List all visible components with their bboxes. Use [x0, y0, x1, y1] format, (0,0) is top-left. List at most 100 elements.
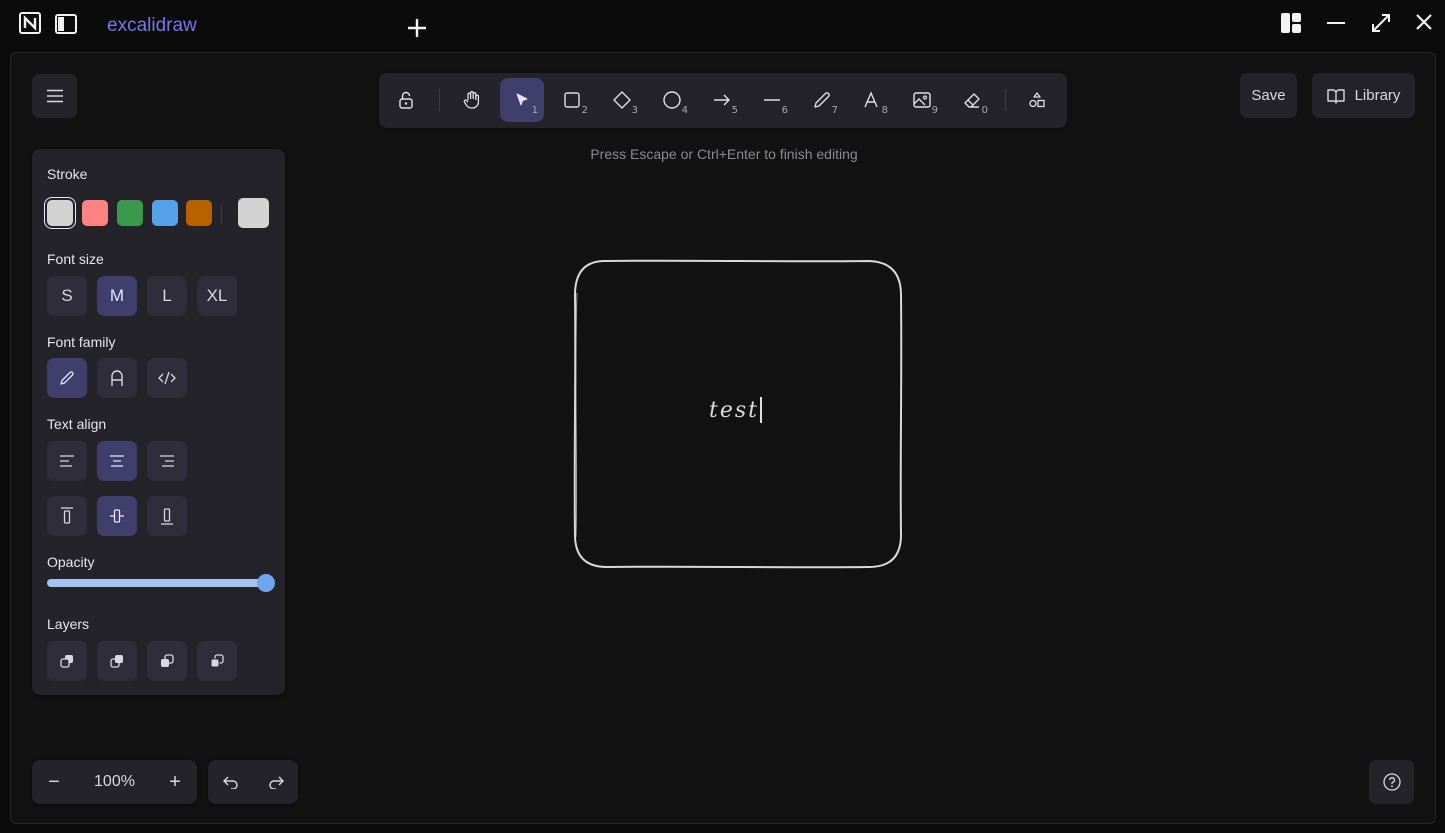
zoom-out-label: − [48, 770, 60, 793]
font-family-normal[interactable] [97, 358, 137, 398]
redo-button[interactable] [253, 760, 298, 804]
rectangle-icon [564, 92, 580, 108]
shortcut-key: 8 [881, 105, 888, 116]
shortcut-key: 1 [531, 105, 538, 116]
main-menu-button[interactable] [32, 74, 77, 118]
font-family-label: Font family [47, 334, 116, 350]
shortcut-key: 0 [981, 105, 988, 116]
send-backward-button[interactable] [97, 641, 137, 681]
diamond-icon [613, 91, 631, 109]
image-tool[interactable]: 9 [900, 78, 944, 122]
lock-tool[interactable] [384, 78, 428, 122]
tab-title[interactable]: excalidraw [107, 15, 197, 37]
bring-forward-button[interactable] [147, 641, 187, 681]
align-middle-icon [110, 509, 124, 523]
text-icon [864, 91, 878, 108]
stroke-swatch-orange[interactable] [186, 200, 212, 226]
rectangle-tool[interactable]: 2 [550, 78, 594, 122]
font-family-handdrawn[interactable] [47, 358, 87, 398]
opacity-slider[interactable] [47, 574, 275, 592]
zoom-out-button[interactable]: − [32, 760, 76, 804]
undo-button[interactable] [208, 760, 253, 804]
font-family-code[interactable] [147, 358, 187, 398]
line-tool[interactable]: 6 [750, 78, 794, 122]
font-size-s-label: S [61, 286, 73, 305]
align-right-icon [160, 455, 174, 467]
font-size-label: Font size [47, 251, 104, 267]
eraser-icon [964, 93, 980, 108]
font-size-m-label: M [109, 286, 125, 305]
align-left-icon [60, 455, 74, 467]
shortcut-key: 9 [931, 105, 938, 116]
canvas-text: test [709, 397, 759, 423]
minimize-icon[interactable] [1324, 11, 1348, 35]
zoom-controls: − 100% + [32, 760, 197, 804]
align-left-button[interactable] [47, 441, 87, 481]
align-middle-button[interactable] [97, 496, 137, 536]
help-icon [1382, 773, 1401, 791]
pencil-icon [60, 371, 74, 385]
stroke-swatch-red[interactable] [82, 200, 108, 226]
selection-arrow-icon [516, 93, 528, 106]
align-right-button[interactable] [147, 441, 187, 481]
help-button[interactable] [1369, 760, 1414, 804]
align-top-button[interactable] [47, 496, 87, 536]
shortcut-key: 4 [681, 105, 688, 116]
maximize-icon[interactable] [1369, 11, 1393, 35]
stroke-swatch-blue[interactable] [152, 200, 178, 226]
image-icon [913, 92, 931, 108]
selection-tool[interactable]: 1 [500, 78, 544, 122]
layout-grid-icon[interactable] [1279, 11, 1303, 35]
font-size-xl-label: XL [206, 286, 228, 305]
current-stroke-color[interactable] [238, 198, 269, 228]
code-icon [158, 371, 176, 385]
bring-to-front-icon [210, 654, 224, 668]
send-to-back-icon [60, 655, 73, 668]
shortcut-key: 3 [631, 105, 638, 116]
canvas-text-editor[interactable]: test [709, 393, 762, 427]
font-normal-icon [111, 370, 123, 386]
eraser-tool[interactable]: 0 [950, 78, 994, 122]
more-shapes-tool[interactable] [1015, 78, 1059, 122]
font-size-l[interactable]: L [147, 276, 187, 316]
pencil-tool[interactable]: 7 [800, 78, 844, 122]
sidebar-toggle-icon[interactable] [54, 12, 78, 36]
bring-to-front-button[interactable] [197, 641, 237, 681]
align-center-button[interactable] [97, 441, 137, 481]
align-bottom-button[interactable] [147, 496, 187, 536]
text-align-label: Text align [47, 416, 107, 432]
properties-panel: Stroke Font size S M L XL Font family Te… [32, 149, 285, 695]
diamond-tool[interactable]: 3 [600, 78, 644, 122]
ellipse-tool[interactable]: 4 [650, 78, 694, 122]
new-tab-plus-icon[interactable] [405, 16, 429, 40]
opacity-label: Opacity [47, 554, 95, 570]
shortcut-key: 2 [581, 105, 588, 116]
notion-logo-icon[interactable] [18, 11, 42, 35]
stroke-swatch-green[interactable] [117, 200, 143, 226]
lock-icon [399, 91, 413, 109]
opacity-slider-thumb[interactable] [257, 574, 275, 592]
save-button[interactable]: Save [1240, 73, 1297, 118]
save-button-label: Save [1251, 87, 1286, 104]
align-top-icon [61, 507, 73, 524]
font-size-xl[interactable]: XL [197, 276, 237, 316]
text-tool[interactable]: 8 [850, 78, 894, 122]
stroke-swatch-white[interactable] [44, 197, 76, 229]
library-button[interactable]: Library [1312, 73, 1415, 118]
hamburger-icon [46, 89, 63, 103]
zoom-in-button[interactable]: + [153, 760, 197, 804]
font-size-m[interactable]: M [97, 276, 137, 316]
send-to-back-button[interactable] [47, 641, 87, 681]
redo-icon [268, 776, 284, 789]
arrow-tool[interactable]: 5 [700, 78, 744, 122]
book-icon [1326, 88, 1345, 104]
align-bottom-icon [161, 508, 173, 525]
undo-redo-controls [208, 760, 298, 804]
hand-tool[interactable] [450, 78, 494, 122]
text-cursor [760, 397, 762, 423]
zoom-reset-button[interactable]: 100% [76, 760, 153, 804]
close-icon[interactable] [1412, 10, 1436, 34]
zoom-in-label: + [169, 770, 181, 793]
font-size-s[interactable]: S [47, 276, 87, 316]
layers-label: Layers [47, 616, 90, 632]
